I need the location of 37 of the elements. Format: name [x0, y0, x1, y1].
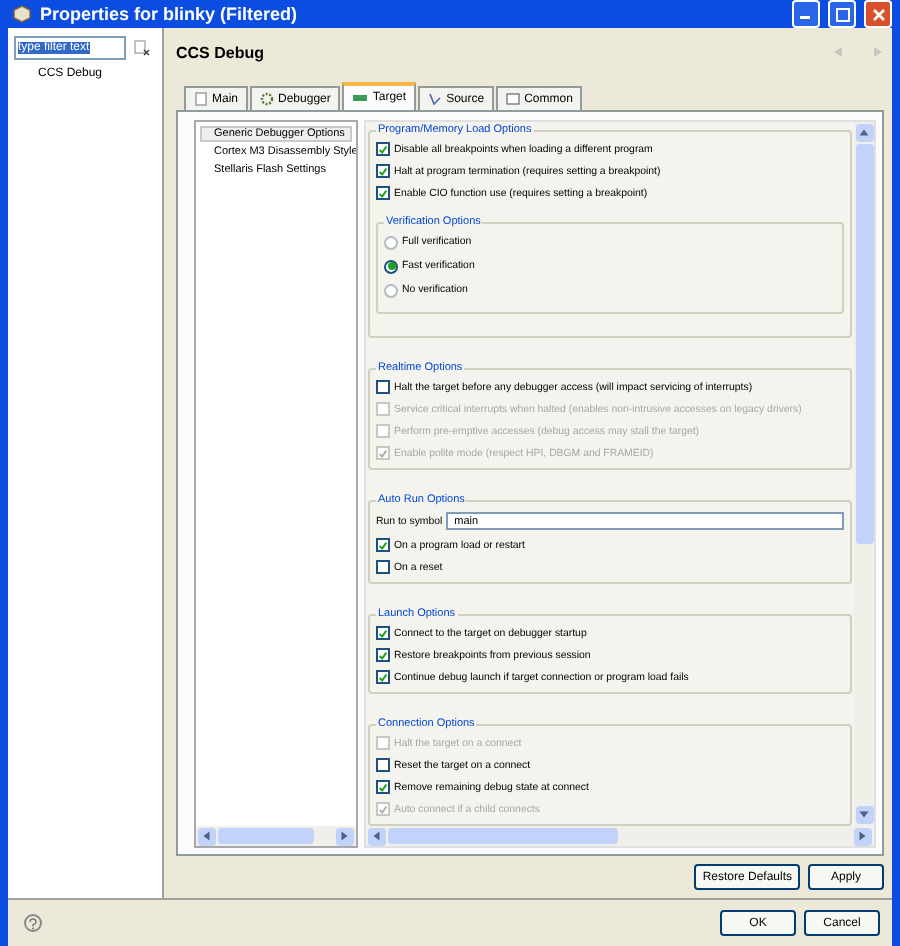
vertical-scrollbar[interactable]	[854, 122, 874, 826]
checkbox[interactable]	[376, 560, 390, 574]
radio-button[interactable]	[384, 259, 398, 273]
checkbox[interactable]	[376, 626, 390, 640]
maximize-button[interactable]	[828, 0, 856, 28]
close-icon	[871, 7, 885, 21]
close-button[interactable]	[864, 0, 892, 28]
checkbox[interactable]	[376, 186, 390, 200]
horizontal-scrollbar[interactable]	[196, 826, 356, 846]
checkbox[interactable]	[376, 670, 390, 684]
window-title: Properties for blinky (Filtered)	[40, 4, 300, 24]
page-title: CCS Debug	[176, 43, 264, 61]
checkbox[interactable]	[376, 164, 390, 178]
checkbox[interactable]	[376, 538, 390, 552]
app-icon	[12, 4, 32, 24]
up-arrow-icon[interactable]	[858, 127, 870, 139]
checkbox[interactable]	[376, 780, 390, 794]
checkbox[interactable]	[376, 142, 390, 156]
radio-button[interactable]	[384, 235, 398, 249]
checkbox[interactable]	[376, 380, 390, 394]
checkbox[interactable]	[376, 758, 390, 772]
help-icon[interactable]	[24, 914, 42, 932]
document-icon	[194, 92, 208, 106]
left-arrow-icon[interactable]	[201, 830, 213, 842]
minimize-button[interactable]	[792, 0, 820, 28]
window-icon	[506, 92, 521, 106]
down-arrow-icon[interactable]	[858, 809, 870, 821]
clear-filter-icon[interactable]	[134, 40, 150, 56]
maximize-icon	[835, 7, 849, 21]
chip-icon	[352, 92, 369, 104]
right-arrow-icon[interactable]	[339, 830, 351, 842]
radio-button[interactable]	[384, 283, 398, 297]
checkbox[interactable]	[376, 648, 390, 662]
gear-icon	[260, 92, 275, 106]
right-arrow-icon[interactable]	[857, 830, 869, 842]
left-arrow-icon[interactable]	[371, 830, 383, 842]
horizontal-scrollbar[interactable]	[366, 826, 874, 846]
